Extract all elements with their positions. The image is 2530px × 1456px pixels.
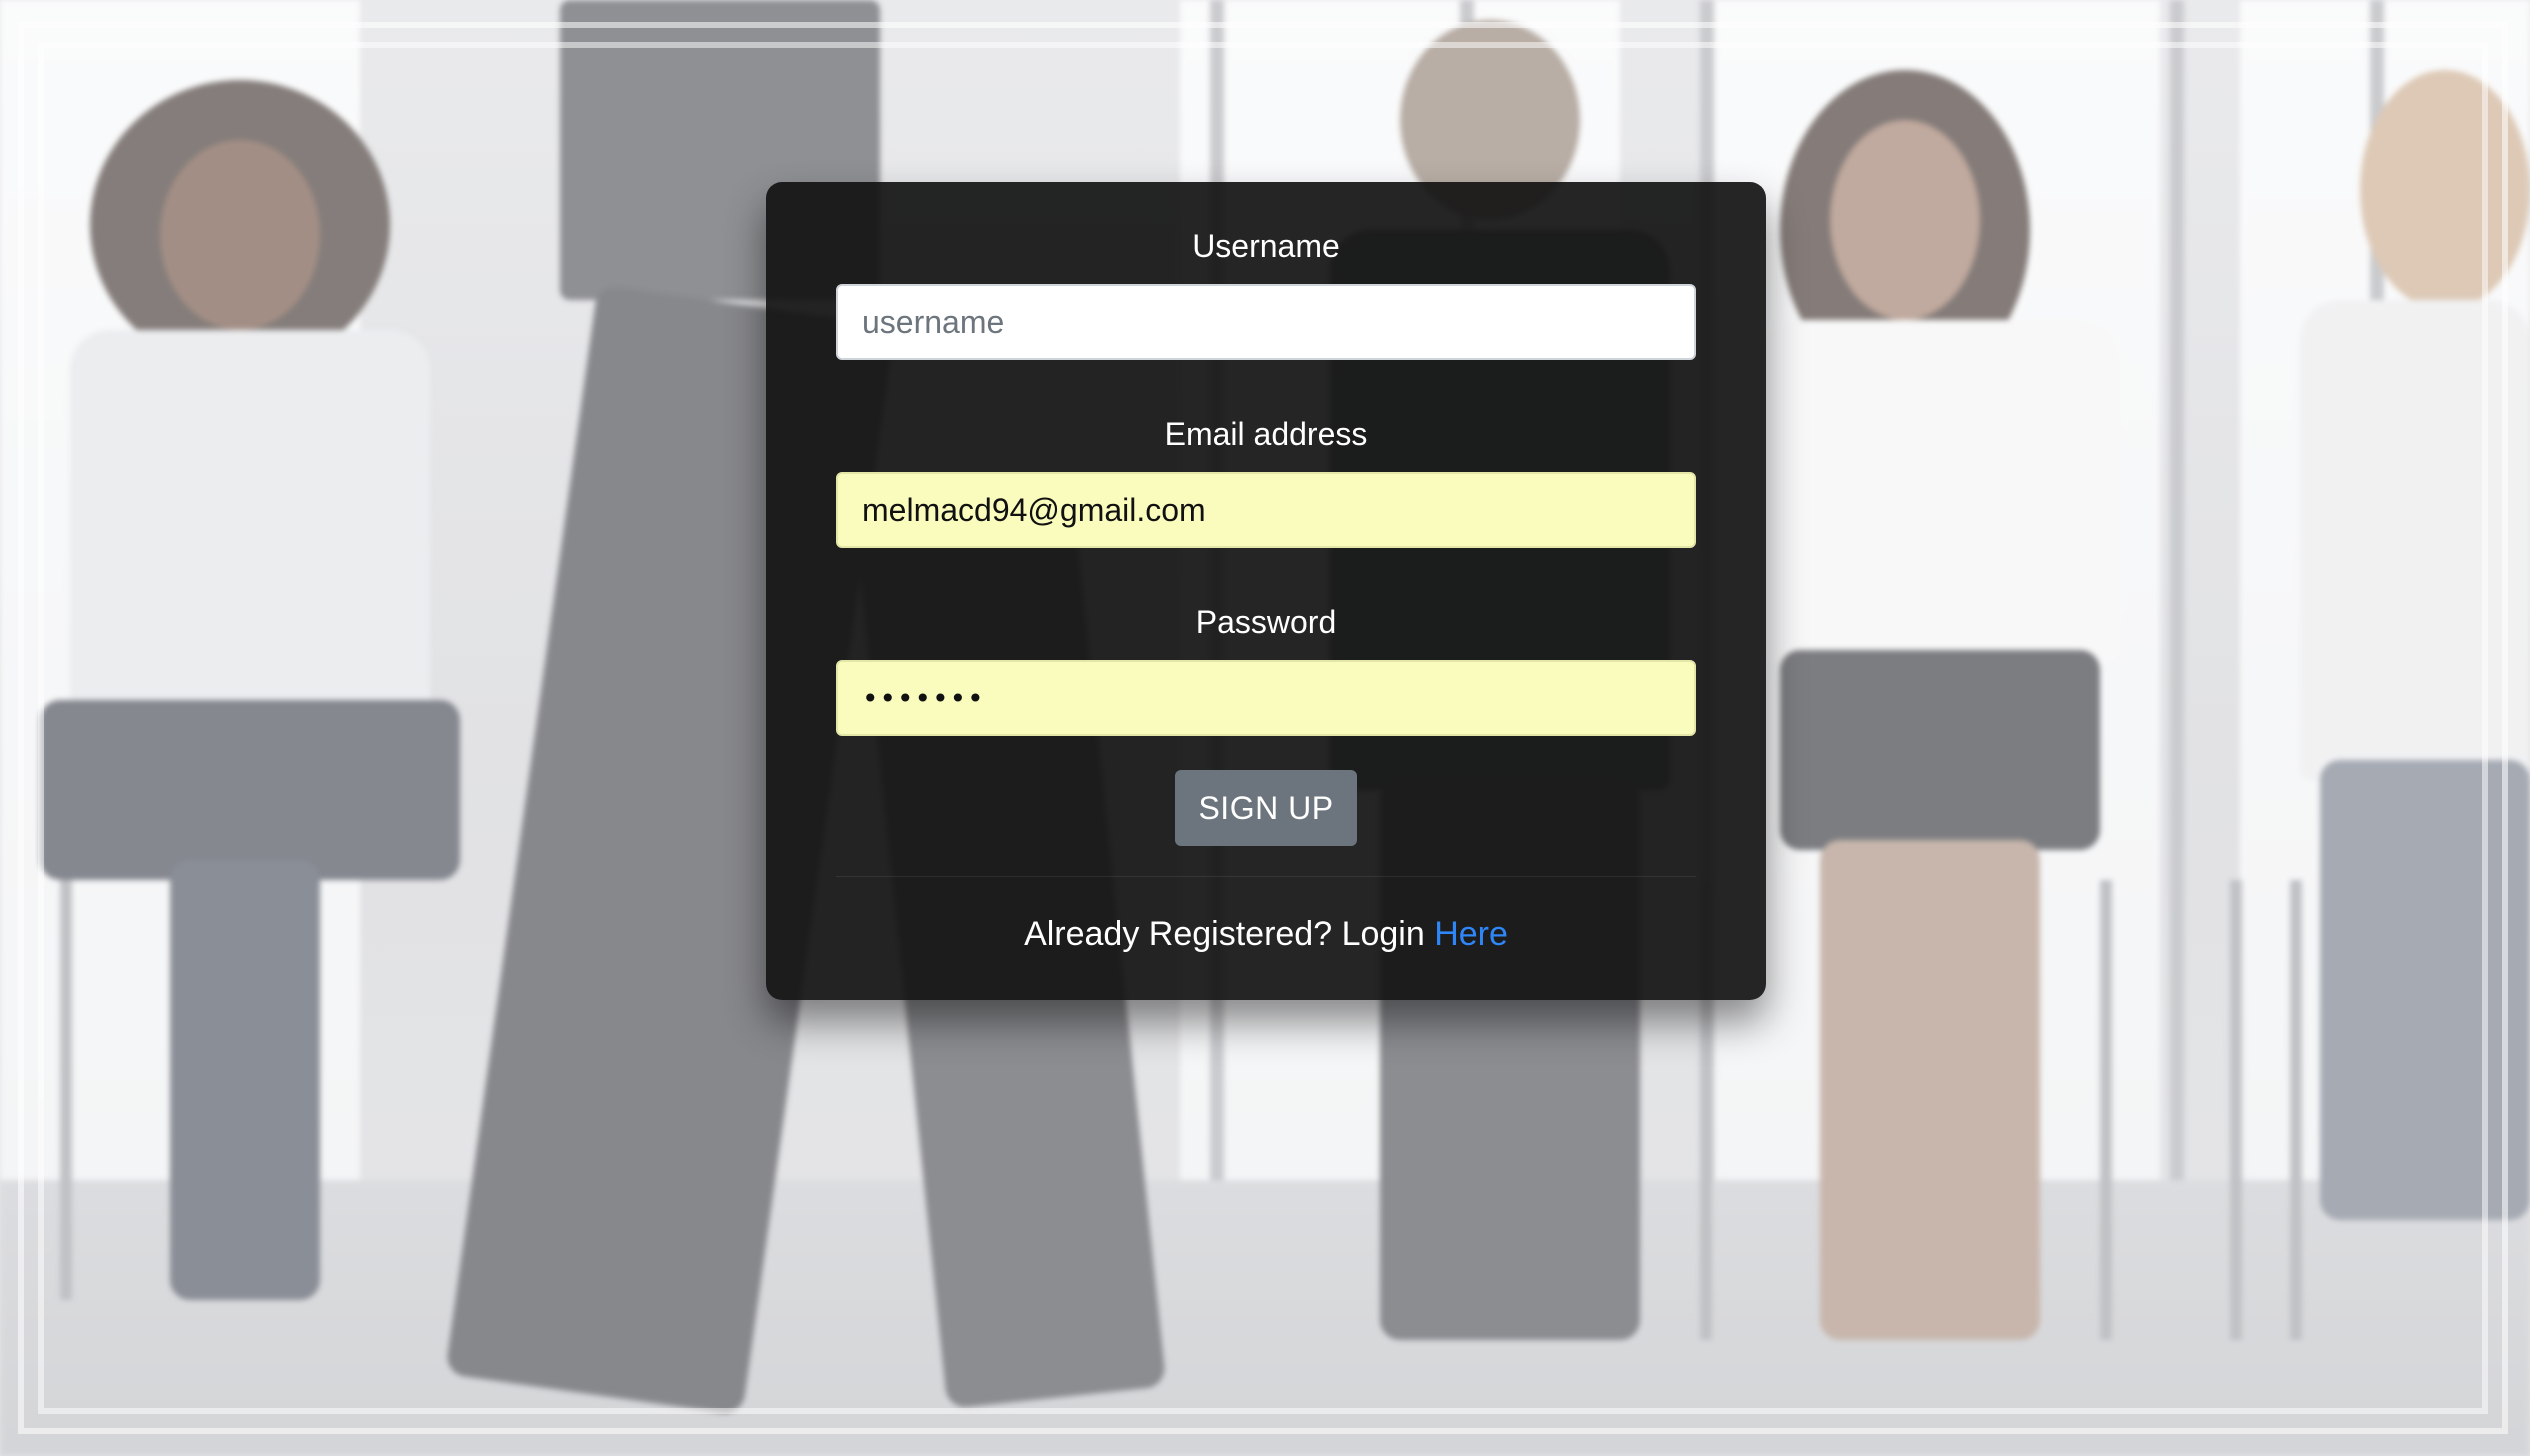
- divider: [836, 876, 1696, 877]
- email-input[interactable]: [836, 472, 1696, 548]
- username-input[interactable]: [836, 284, 1696, 360]
- password-input[interactable]: [836, 660, 1696, 736]
- email-label: Email address: [1164, 416, 1368, 452]
- login-prompt: Already Registered? Login Here: [836, 915, 1696, 954]
- login-prompt-text: Already Registered? Login: [1024, 915, 1425, 953]
- page: Username Email address Password SIGN UP …: [0, 0, 2530, 1456]
- sign-up-button[interactable]: SIGN UP: [1175, 770, 1357, 846]
- password-label: Password: [1195, 604, 1337, 640]
- username-label: Username: [1192, 228, 1340, 264]
- login-here-link[interactable]: Here: [1434, 915, 1508, 953]
- signup-card: Username Email address Password SIGN UP …: [766, 182, 1766, 1000]
